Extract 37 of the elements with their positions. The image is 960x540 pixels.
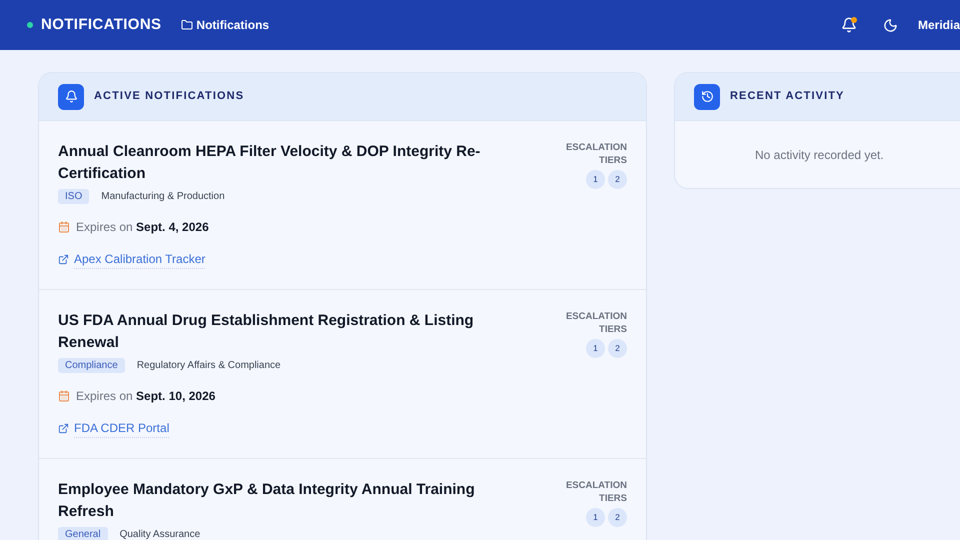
tiers-label: ESCALATION TIERS — [564, 141, 627, 167]
notification-title: Employee Mandatory GxP & Data Integrity Annual Training Refresh — [58, 480, 476, 522]
tracker-link[interactable]: FDA CDER Portal — [74, 419, 170, 438]
department-tag: Quality Assurance — [114, 527, 206, 540]
external-link-icon — [58, 423, 69, 434]
expiry-text: Expires on Sept. 10, 2026 — [76, 388, 216, 405]
bell-icon — [58, 84, 84, 110]
tier-badge: 2 — [608, 170, 627, 189]
empty-state-text: No activity recorded yet. — [755, 146, 884, 164]
tier-badge: 1 — [586, 508, 605, 527]
notifications-button[interactable] — [840, 17, 857, 33]
notification-title: US FDA Annual Drug Establishment Registration & Listing Renewal — [58, 311, 475, 353]
tier-badge: 2 — [608, 508, 627, 527]
tiers-label: ESCALATION TIERS — [564, 479, 627, 505]
breadcrumb-link[interactable]: Notifications — [196, 16, 270, 34]
external-link-icon — [58, 254, 69, 265]
tier-badge: 1 — [586, 339, 605, 358]
theme-toggle-icon[interactable] — [882, 18, 898, 32]
calendar-icon — [58, 390, 70, 402]
tier-badge: 1 — [586, 170, 605, 189]
panel-title: ACTIVE NOTIFICATIONS — [94, 89, 244, 104]
department-tag: Regulatory Affairs & Compliance — [130, 358, 287, 373]
expiry-text: Expires on Sept. 4, 2026 — [76, 219, 209, 236]
panel-title: RECENT ACTIVITY — [730, 89, 844, 104]
folder-icon — [181, 19, 194, 31]
category-tag: ISO — [58, 189, 90, 204]
category-tag: Compliance — [58, 358, 125, 373]
tier-badge: 2 — [608, 339, 627, 358]
calendar-icon — [58, 221, 70, 233]
history-icon — [694, 84, 720, 110]
category-tag: General — [58, 527, 108, 540]
department-tag: Manufacturing & Production — [95, 189, 231, 204]
tiers-label: ESCALATION TIERS — [564, 310, 627, 336]
notification-title: Annual Cleanroom HEPA Filter Velocity & DOP Integrity Re-Certification — [58, 142, 482, 184]
brand-title: NOTIFICATIONS — [41, 14, 162, 35]
user-name[interactable]: Meridia — [918, 16, 960, 34]
tracker-link[interactable]: Apex Calibration Tracker — [74, 250, 206, 269]
